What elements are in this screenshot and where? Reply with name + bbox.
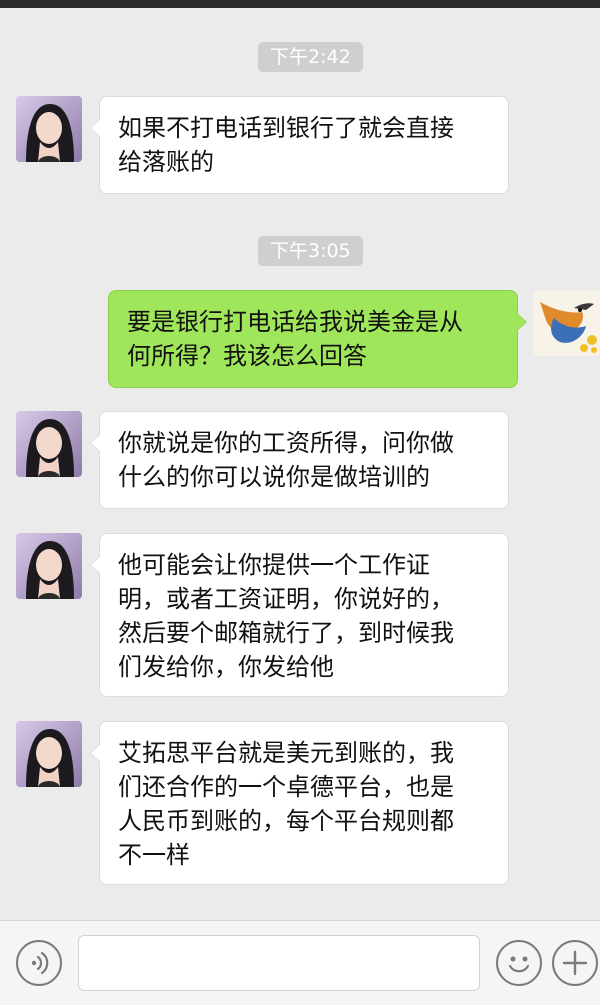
voice-icon: [31, 951, 49, 975]
contact-avatar[interactable]: [16, 411, 82, 477]
emoji-button[interactable]: [496, 940, 542, 986]
message-bubble-received[interactable]: 如果不打电话到银行了就会直接 给落账的: [90, 96, 509, 194]
chat-area[interactable]: 下午2:42 如果不打电话到银行了就会直接 给落账的 下午3:05 要是银行打电…: [0, 8, 600, 920]
timestamp: 下午3:05: [258, 236, 363, 266]
emoji-icon: [508, 956, 530, 973]
contact-avatar[interactable]: [16, 533, 82, 599]
contact-avatar[interactable]: [16, 721, 82, 787]
plus-icon: [562, 950, 588, 976]
message-bubble-received[interactable]: 艾拓思平台就是美元到账的，我 们还合作的一个卓德平台，也是 人民币到账的，每个平…: [90, 721, 509, 885]
message-bubble-received[interactable]: 你就说是你的工资所得，问你做 什么的你可以说你是做培训的: [90, 411, 509, 509]
message-bubble-sent[interactable]: 要是银行打电话给我说美金是从 何所得？我该怎么回答: [108, 290, 527, 388]
user-avatar[interactable]: [534, 290, 600, 356]
voice-button[interactable]: [16, 940, 62, 986]
timestamp: 下午2:42: [258, 42, 363, 72]
add-button[interactable]: [552, 940, 598, 986]
input-bar: [0, 920, 600, 1005]
message-input[interactable]: [78, 935, 480, 991]
message-bubble-received[interactable]: 他可能会让你提供一个工作证 明，或者工资证明，你说好的， 然后要个邮箱就行了，到…: [90, 533, 509, 697]
status-bar: [0, 0, 600, 8]
contact-avatar[interactable]: [16, 96, 82, 162]
